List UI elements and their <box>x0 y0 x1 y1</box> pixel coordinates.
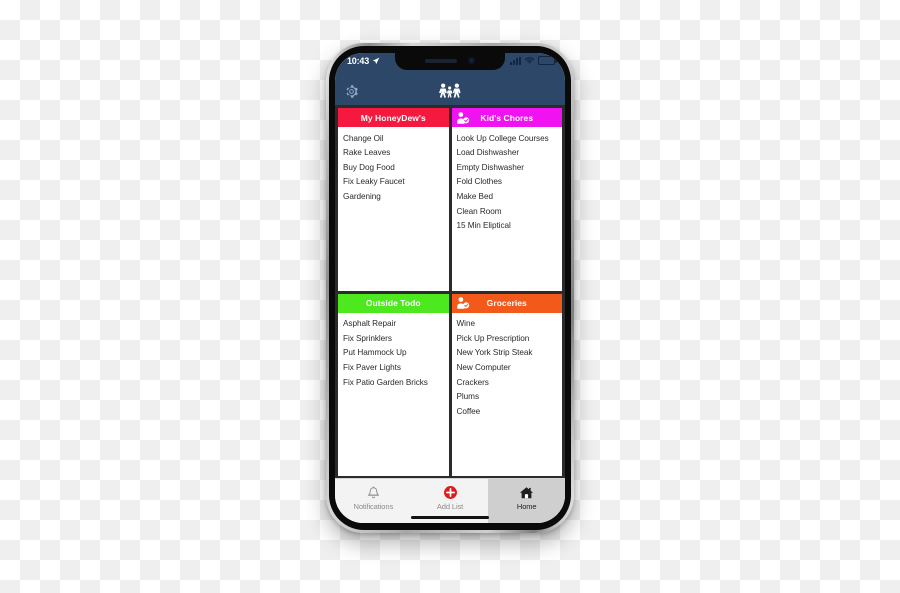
list-item[interactable]: Look Up College Courses <box>452 131 563 146</box>
list-items: Look Up College Courses Load Dishwasher … <box>452 127 563 291</box>
battery-icon <box>538 56 557 65</box>
list-items: Wine Pick Up Prescription New York Strip… <box>452 313 563 477</box>
tab-label: Notifications <box>353 502 394 511</box>
phone-notch <box>395 53 505 70</box>
list-item[interactable]: Wine <box>452 317 563 332</box>
list-item[interactable]: New York Strip Steak <box>452 346 563 361</box>
list-items: Asphalt Repair Fix Sprinklers Put Hammoc… <box>338 313 449 477</box>
list-item[interactable]: Plums <box>452 390 563 405</box>
list-item[interactable]: 15 Min Eliptical <box>452 219 563 234</box>
lists-grid: My HoneyDew's Change Oil Rake Leaves Buy… <box>335 105 565 478</box>
list-item[interactable]: Clean Room <box>452 204 563 219</box>
gear-icon[interactable] <box>344 84 359 99</box>
list-card-my-honeydews[interactable]: My HoneyDew's Change Oil Rake Leaves Buy… <box>338 108 449 291</box>
list-item[interactable]: Fix Paver Lights <box>338 360 449 375</box>
list-item[interactable]: Asphalt Repair <box>338 317 449 332</box>
list-header: Outside Todo <box>338 293 449 313</box>
speaker-grille <box>425 58 457 63</box>
location-arrow-icon <box>372 57 380 65</box>
wifi-icon <box>524 57 535 64</box>
list-item[interactable]: Make Bed <box>452 189 563 204</box>
front-camera <box>468 57 475 64</box>
plus-circle-icon <box>443 485 458 500</box>
list-item[interactable]: Fix Sprinklers <box>338 331 449 346</box>
list-header: My HoneyDew's <box>338 108 449 127</box>
list-header: Groceries <box>451 293 562 313</box>
app-header <box>335 77 565 105</box>
list-item[interactable]: Load Dishwasher <box>452 146 563 161</box>
list-card-outside-todo[interactable]: Outside Todo Asphalt Repair Fix Sprinkle… <box>338 293 449 477</box>
person-check-icon <box>456 297 470 310</box>
list-item[interactable]: Gardening <box>338 189 449 204</box>
home-icon <box>519 485 534 500</box>
status-bar-left: 10:43 <box>347 56 380 66</box>
bottom-tab-bar: Notifications Add List Home <box>335 478 565 523</box>
home-indicator[interactable] <box>411 515 489 519</box>
list-item[interactable]: Coffee <box>452 404 563 419</box>
tab-notifications[interactable]: Notifications <box>335 479 412 523</box>
cellular-signal-icon <box>510 56 521 65</box>
family-people-icon <box>437 82 463 100</box>
list-item[interactable]: Rake Leaves <box>338 146 449 161</box>
list-title: My HoneyDew's <box>360 112 426 123</box>
list-items: Change Oil Rake Leaves Buy Dog Food Fix … <box>338 127 449 291</box>
list-title: Kid's Chores <box>480 112 534 123</box>
tab-label: Add List <box>436 502 464 511</box>
list-item[interactable]: Fix Leaky Faucet <box>338 175 449 190</box>
list-header: Kid's Chores <box>451 108 562 127</box>
list-card-kids-chores[interactable]: Kid's Chores Look Up College Courses Loa… <box>451 108 563 291</box>
list-item[interactable]: Empty Dishwasher <box>452 160 563 175</box>
phone-bezel: 10:43 My HoneyDew's Change Oil Rake Leav… <box>329 46 571 530</box>
list-title: Groceries <box>486 298 527 308</box>
list-title: Outside Todo <box>365 298 421 308</box>
phone-screen: 10:43 My HoneyDew's Change Oil Rake Leav… <box>335 53 565 523</box>
bell-icon <box>367 485 380 500</box>
list-item[interactable]: Buy Dog Food <box>338 160 449 175</box>
status-time: 10:43 <box>347 56 370 66</box>
tab-home[interactable]: Home <box>488 479 565 523</box>
list-item[interactable]: Change Oil <box>338 131 449 146</box>
list-card-groceries[interactable]: Groceries Wine Pick Up Prescription New … <box>451 293 563 477</box>
list-item[interactable]: Fix Patio Garden Bricks <box>338 375 449 390</box>
list-item[interactable]: Pick Up Prescription <box>452 331 563 346</box>
person-check-icon <box>456 111 470 124</box>
list-item[interactable]: Put Hammock Up <box>338 346 449 361</box>
list-item[interactable]: Crackers <box>452 375 563 390</box>
tab-label: Home <box>516 502 537 511</box>
list-item[interactable]: Fold Clothes <box>452 175 563 190</box>
phone-device-frame: 10:43 My HoneyDew's Change Oil Rake Leav… <box>326 43 574 533</box>
status-bar-right <box>510 56 557 65</box>
list-item[interactable]: New Computer <box>452 360 563 375</box>
